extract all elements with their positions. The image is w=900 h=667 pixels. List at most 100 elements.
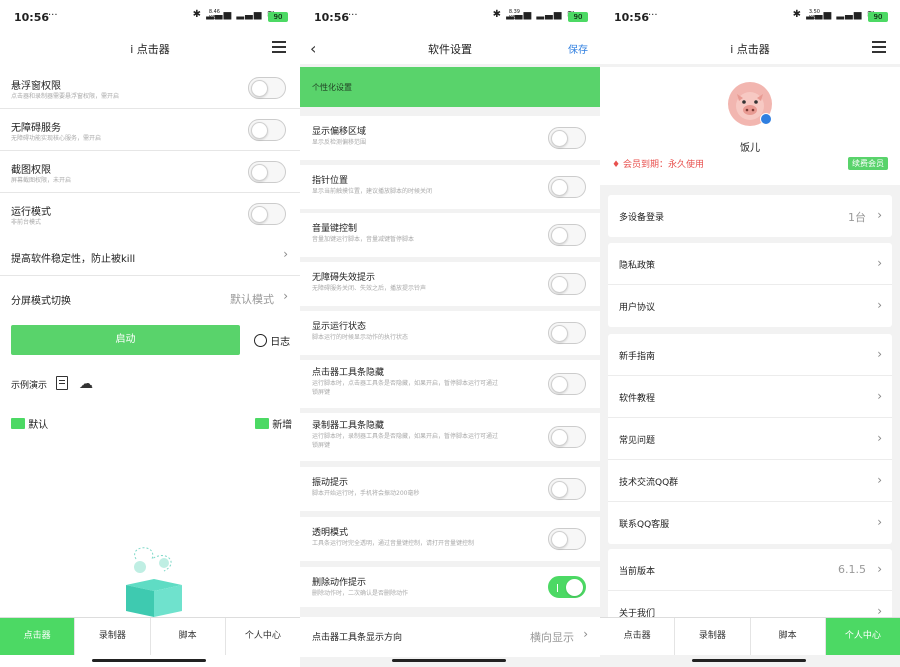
- list-item[interactable]: 技术交流QQ群 ›: [608, 460, 892, 502]
- profile-card: 饭儿 ♦ 会员到期：永久使用 续费会员: [600, 67, 900, 185]
- cloud-download-icon[interactable]: ☁: [79, 376, 93, 392]
- battery-icon: 90: [268, 12, 288, 22]
- menu-icon[interactable]: [872, 41, 886, 53]
- list-item[interactable]: 新手指南 ›: [608, 334, 892, 376]
- row-title: 显示偏移区域: [312, 127, 367, 137]
- list-item[interactable]: 常见问题 ›: [608, 418, 892, 460]
- page-title: 软件设置: [428, 43, 472, 56]
- folder-default[interactable]: 默认: [11, 416, 48, 431]
- top-bar: i 点击器: [0, 34, 300, 64]
- chevron-right-icon: ›: [877, 473, 882, 487]
- renew-member-button[interactable]: 续费会员: [848, 157, 888, 170]
- diamond-icon: ♦: [612, 160, 621, 170]
- toggle-switch[interactable]: [548, 127, 586, 149]
- row-subtitle: 非前台模式: [11, 219, 42, 226]
- toggle-switch[interactable]: [248, 77, 286, 99]
- tab-profile[interactable]: 个人中心: [825, 618, 900, 655]
- toggle-switch[interactable]: [548, 528, 586, 550]
- direction-row[interactable]: 点击器工具条显示方向 横向显示 ›: [300, 617, 600, 657]
- row-title: 透明模式: [312, 528, 349, 538]
- log-toggle[interactable]: 日志: [254, 333, 290, 348]
- toggle-switch[interactable]: [248, 119, 286, 141]
- signal-icon: ✱ ▂▃▅ ▂▃▅ ≋: [192, 9, 276, 20]
- list-item[interactable]: 多设备登录 1台 ›: [608, 195, 892, 237]
- toggle-switch[interactable]: [548, 576, 586, 598]
- chevron-right-icon: ›: [877, 562, 882, 576]
- stability-row[interactable]: 提高软件稳定性，防止被kill ›: [0, 234, 300, 276]
- row-subtitle: 删除动作时，二次确认是否删除动作: [312, 590, 409, 597]
- row-title: 删除动作提示: [312, 578, 367, 588]
- tab-clicker[interactable]: 点击器: [600, 618, 676, 655]
- toggle-switch[interactable]: [548, 373, 586, 395]
- signal-icon: ✱ ▂▃▅ ▂▃▅ ≋: [492, 9, 576, 20]
- split-mode-row[interactable]: 分屏模式切换 默认模式 ›: [0, 277, 300, 319]
- row-subtitle: 无障碍服务关闭、失效之后，播放提示铃声: [312, 285, 427, 292]
- list-item[interactable]: 软件教程 ›: [608, 376, 892, 418]
- toggle-switch[interactable]: [248, 203, 286, 225]
- chevron-right-icon: ›: [283, 247, 288, 261]
- row-subtitle: 显示当前触摸位置，建议播放脚本的时候关闭: [312, 188, 433, 195]
- row-title: 录制器工具条隐藏: [312, 421, 385, 431]
- settings-group-policy: 隐私政策 › 用户协议 ›: [608, 243, 892, 327]
- row-title: 无障碍服务: [11, 123, 61, 134]
- row-subtitle: 显示反检测偏移范围: [312, 139, 367, 146]
- row-subtitle: 脚本开始运行时，手机将会振动200毫秒: [312, 490, 420, 497]
- list-item[interactable]: 隐私政策 ›: [608, 243, 892, 285]
- row-subtitle: 工具条运行时完全透明，通过音量键控制，请打开音量键控制: [312, 540, 475, 547]
- toggle-switch[interactable]: [548, 273, 586, 295]
- permission-row: 运行模式 非前台模式: [0, 193, 300, 235]
- toggle-switch[interactable]: [548, 478, 586, 500]
- tab-script[interactable]: 脚本: [151, 618, 226, 655]
- status-extra: ···: [648, 10, 658, 21]
- radio-circle-icon: [254, 334, 267, 347]
- list-item[interactable]: 当前版本 6.1.5 ›: [608, 549, 892, 591]
- tab-clicker[interactable]: 点击器: [0, 618, 76, 655]
- setting-row: 透明模式工具条运行时完全透明，通过音量键控制，请打开音量键控制: [300, 517, 600, 561]
- top-bar: ‹ 软件设置 保存: [300, 34, 600, 64]
- list-item[interactable]: 联系QQ客服 ›: [608, 502, 892, 544]
- demo-label: 示例演示: [11, 381, 48, 391]
- status-time: 10:56: [614, 11, 650, 24]
- bottom-tab-bar: 点击器 录制器 脚本 个人中心: [600, 617, 900, 655]
- home-indicator: [392, 659, 506, 662]
- row-title: 振动提示: [312, 478, 349, 488]
- row-title: 运行模式: [11, 207, 51, 218]
- setting-row: 振动提示脚本开始运行时，手机将会振动200毫秒: [300, 467, 600, 511]
- toggle-switch[interactable]: [548, 176, 586, 198]
- folder-new[interactable]: 新增: [255, 416, 292, 431]
- chevron-right-icon: ›: [877, 347, 882, 361]
- toggle-switch[interactable]: [548, 322, 586, 344]
- setting-row: 指针位置 显示当前触摸位置，建议播放脚本的时候关闭: [300, 165, 600, 209]
- setting-row: 音量键控制 音量加键运行脚本，音量减键暂停脚本: [300, 213, 600, 257]
- direction-value: 横向显示: [530, 631, 574, 644]
- toggle-switch[interactable]: [548, 224, 586, 246]
- save-button[interactable]: 保存: [568, 41, 588, 56]
- profile-screen: 10:56 ··· 3.50 KB/s ✱ ▂▃▅ ▂▃▅ ≋ 90 i 点击器 …: [600, 0, 900, 667]
- tab-script[interactable]: 脚本: [751, 618, 826, 655]
- battery-icon: 90: [568, 12, 588, 22]
- row-title: 显示运行状态: [312, 322, 367, 332]
- row-subtitle: 运行脚本时，录制器工具条是否隐藏，如果开启，暂停脚本运行可通过: [312, 433, 499, 440]
- verified-icon: [760, 113, 772, 125]
- edit-doc-icon[interactable]: [56, 376, 68, 390]
- status-time: 10:56: [14, 11, 50, 24]
- row-subtitle-2: 锁屏键: [312, 442, 331, 449]
- list-item[interactable]: 用户协议 ›: [608, 285, 892, 327]
- tab-profile[interactable]: 个人中心: [226, 618, 300, 655]
- clicker-home-screen: 10:56 ··· 8.46 KB/s ✱ ▂▃▅ ▂▃▅ ≋ 90 i 点击器 …: [0, 0, 300, 667]
- chevron-right-icon: ›: [583, 627, 588, 641]
- tab-recorder[interactable]: 录制器: [675, 618, 751, 655]
- stability-label: 提高软件稳定性，防止被kill: [11, 254, 136, 265]
- menu-icon[interactable]: [272, 41, 286, 53]
- status-time: 10:56: [314, 11, 350, 24]
- toggle-switch[interactable]: [548, 426, 586, 448]
- setting-row: 录制器工具条隐藏运行脚本时，录制器工具条是否隐藏，如果开启，暂停脚本运行可通过锁…: [300, 413, 600, 461]
- signal-icon: ✱ ▂▃▅ ▂▃▅ ≋: [792, 9, 876, 20]
- toggle-switch[interactable]: [248, 161, 286, 183]
- tab-recorder[interactable]: 录制器: [75, 618, 151, 655]
- member-status: ♦ 会员到期：永久使用: [612, 160, 704, 170]
- row-subtitle: 运行脚本时，点击器工具条是否隐藏，如果开启，暂停脚本运行可通过: [312, 380, 499, 387]
- setting-row: 删除动作提示删除动作时，二次确认是否删除动作: [300, 567, 600, 607]
- row-subtitle-2: 锁屏键: [312, 389, 331, 396]
- start-button[interactable]: 启动: [11, 325, 240, 355]
